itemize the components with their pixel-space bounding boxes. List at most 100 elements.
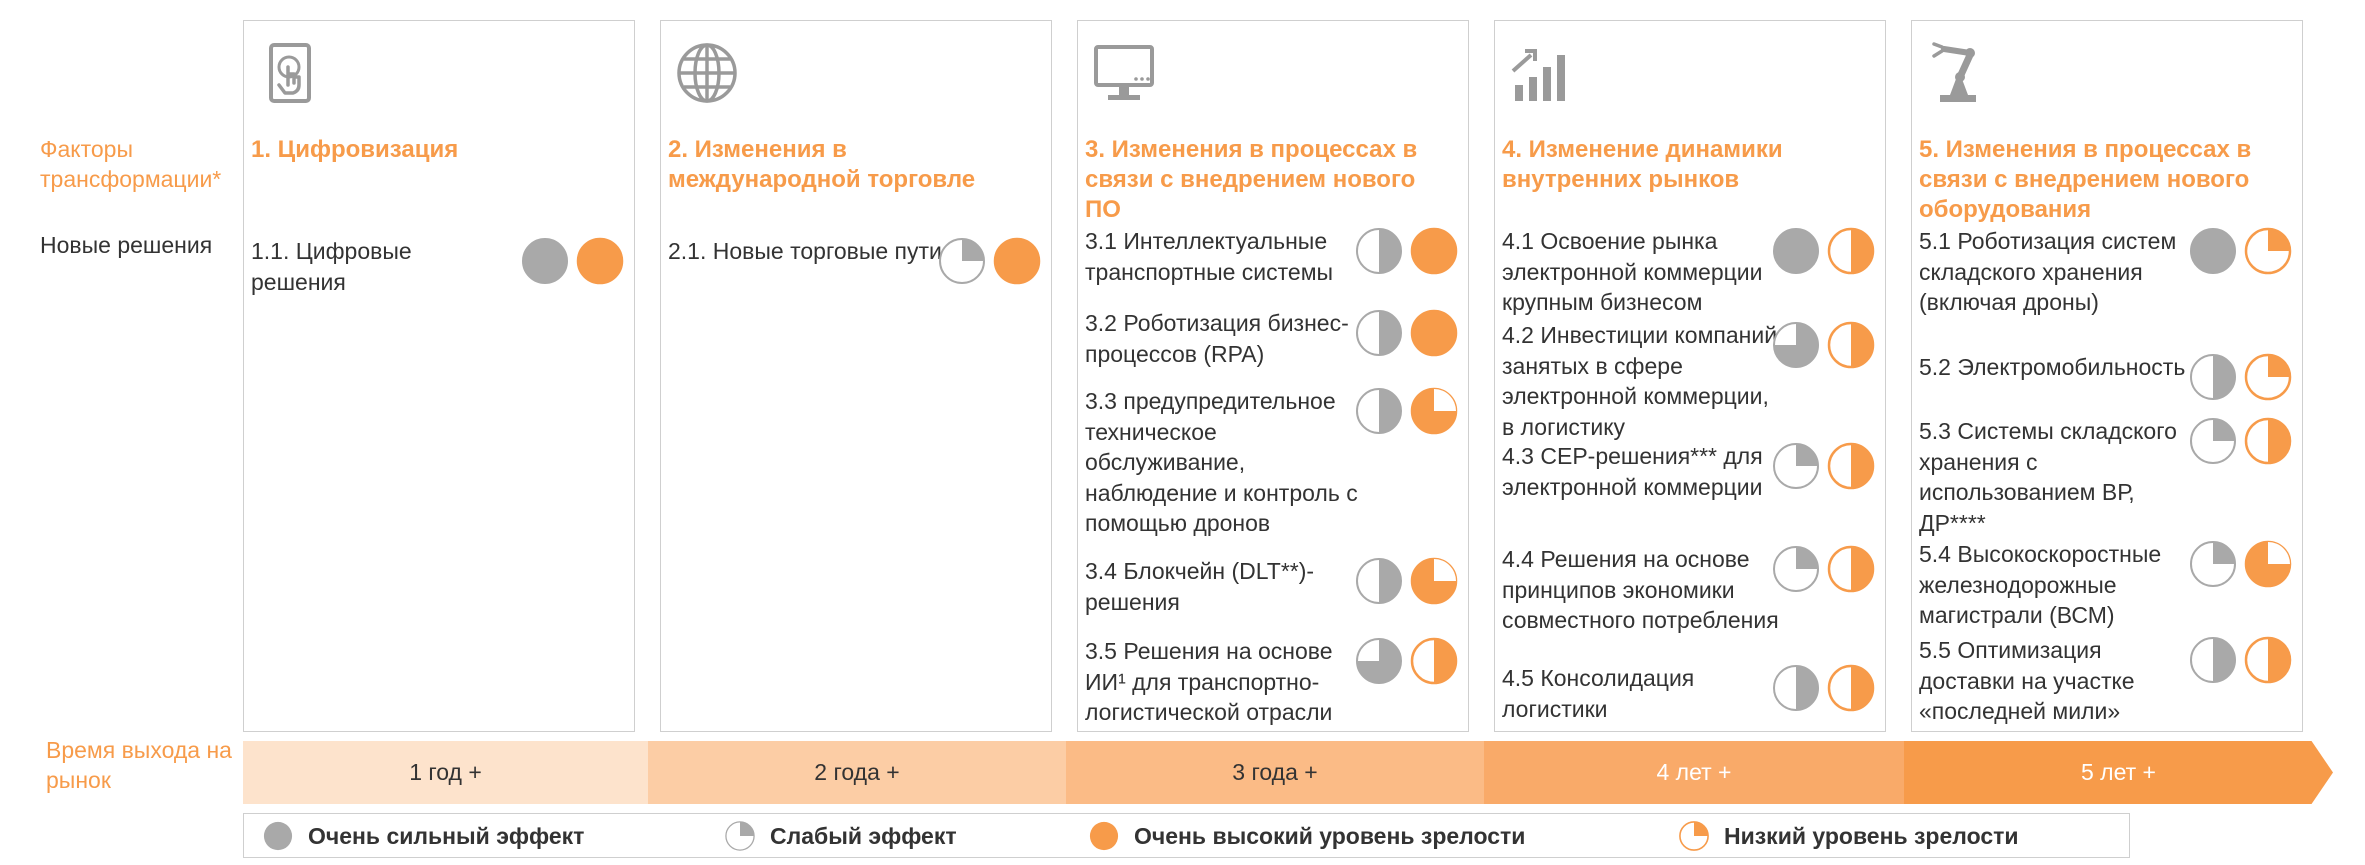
rating-dots [2188,226,2293,276]
effect-half-icon [1356,310,1402,356]
rating-dots [1771,441,1876,491]
solution-text: 5.2 Электромобильность [1919,354,2186,380]
effect-weak-icon [1773,546,1819,592]
column-title: 4. Изменение динамики внутренних рынков [1502,136,1783,193]
weak-effect-icon [725,821,755,851]
very-high-maturity-icon [1089,821,1119,851]
maturity-half-icon [2244,417,2292,465]
column-title: 1. Цифровизация [251,136,459,163]
maturity-high-quarter-icon [1410,387,1458,435]
column-title: 2. Изменения в международной торговле [668,136,976,193]
maturity-low-icon [2244,353,2292,401]
time-to-market-timeline: 1 год + 2 года + 3 года + 4 лет + 5 лет … [243,741,2333,804]
solution-item: 4.1 Освоение рынка электронной коммерции… [1502,226,1876,318]
solution-item: 4.4 Решения на основе принципов экономик… [1502,544,1876,636]
effect-strong-icon [2190,228,2236,274]
solution-text: 4.4 Решения на основе принципов экономик… [1502,546,1779,633]
maturity-half-icon [1827,321,1875,369]
solution-item: 5.5 Оптимизация доставки на участке «пос… [1919,635,2293,727]
maturity-half-icon [2244,636,2292,684]
globe-icon [677,43,737,103]
timeline-label: 4 лет + [1656,759,1732,785]
rating-dots [2188,635,2293,685]
solution-text: 3.1 Интеллектуальные транспортные систем… [1085,228,1334,285]
solution-item: 4.2 Инвестиции компаний, занятых в сфере… [1502,320,1876,442]
solution-text: 4.5 Консолидация логистики [1502,665,1695,722]
solution-item: 3.4 Блокчейн (DLT**)-решения [1085,556,1459,617]
maturity-very-high-icon [576,237,624,285]
maturity-half-icon [1827,227,1875,275]
legend-label: Очень высокий уровень зрелости [1134,822,1526,849]
solution-item: 5.1 Роботизация систем складского хранен… [1919,226,2293,318]
effect-strong-icon [522,238,568,284]
maturity-very-high-icon [993,237,1041,285]
timeline-segment: 4 лет + [1484,741,1904,804]
solution-text: 4.1 Освоение рынка электронной коммерции… [1502,228,1763,315]
solution-item: 4.5 Консолидация логистики [1502,663,1876,724]
solution-text: 5.4 Высокоскоростные железнодорожные маг… [1919,541,2162,628]
rating-dots [2188,416,2293,466]
time-to-market-label: Время выхода на рынок [46,737,232,793]
rating-dots [1354,308,1459,358]
rating-dots [1354,226,1459,276]
rating-dots [937,236,1042,286]
solution-item: 3.5 Решения на основе ИИ¹ для транспортн… [1085,636,1459,728]
rating-dots [2188,539,2293,589]
solution-text: 4.2 Инвестиции компаний, занятых в сфере… [1502,322,1784,440]
effect-half-icon [1356,228,1402,274]
effect-strong-icon [1773,228,1819,274]
maturity-high-quarter-icon [1410,557,1458,605]
rating-dots [1354,636,1459,686]
rating-dots [520,236,625,286]
solution-item: 3.1 Интеллектуальные транспортные систем… [1085,226,1459,287]
column-new-software: 3. Изменения в процессах в связи с внедр… [1077,20,1469,732]
effect-half-icon [1773,665,1819,711]
effect-three-quarter-icon [1356,638,1402,684]
legend-item-strong-effect: Очень сильный эффект [262,820,584,852]
solution-item: 4.3 CEP-решения*** для электронной комме… [1502,441,1876,502]
effect-half-icon [1356,558,1402,604]
effect-weak-icon [2190,541,2236,587]
rating-dots [1771,226,1876,276]
legend-item-low-maturity: Низкий уровень зрелости [1678,820,2019,852]
effect-half-icon [2190,354,2236,400]
solution-text: 5.3 Системы складского хранения с исполь… [1919,418,2177,536]
rating-dots [1771,663,1876,713]
bar-chart-icon [1511,49,1565,101]
factors-label: Факторы трансформации* [40,136,222,192]
rating-dots [1354,386,1459,436]
effect-half-icon [1356,388,1402,434]
solution-text: 2.1. Новые торговые пути [668,238,942,264]
rating-dots [2188,352,2293,402]
column-title: 5. Изменения в процессах в связи с внедр… [1919,136,2252,223]
column-digitalization: 1. Цифровизация 1.1. Цифровые решения [243,20,635,732]
effect-weak-icon [1773,443,1819,489]
maturity-very-high-icon [1410,227,1458,275]
solution-text: 4.3 CEP-решения*** для электронной комме… [1502,443,1763,500]
maturity-low-icon [2244,227,2292,275]
timeline-segment: 2 года + [648,741,1066,804]
maturity-high-quarter-icon [2244,540,2292,588]
effect-half-icon [2190,637,2236,683]
legend-item-weak-effect: Слабый эффект [724,820,957,852]
solution-item: 5.2 Электромобильность [1919,352,2293,401]
solutions-label: Новые решения [40,232,213,258]
solution-text: 5.1 Роботизация систем складского хранен… [1919,228,2177,315]
maturity-very-high-icon [1410,309,1458,357]
legend-item-very-high-maturity: Очень высокий уровень зрелости [1088,820,1525,852]
low-maturity-icon [1679,821,1709,851]
timeline-label: 1 год + [409,759,482,785]
timeline-label: 2 года + [814,759,900,785]
maturity-half-icon [1410,637,1458,685]
solution-text: 1.1. Цифровые решения [251,238,412,295]
rating-dots [1771,320,1876,370]
solution-text: 5.5 Оптимизация доставки на участке «пос… [1919,637,2135,724]
rating-dots [1354,556,1459,606]
maturity-half-icon [1827,545,1875,593]
solution-text: 3.5 Решения на основе ИИ¹ для транспортн… [1085,638,1333,725]
column-new-equipment: 5. Изменения в процессах в связи с внедр… [1911,20,2303,732]
column-title: 3. Изменения в процессах в связи с внедр… [1085,136,1418,223]
timeline-label: 5 лет + [2081,759,2156,785]
solution-item: 1.1. Цифровые решения [251,236,625,297]
solution-text: 3.2 Роботизация бизнес-процессов (RPA) [1085,310,1349,367]
